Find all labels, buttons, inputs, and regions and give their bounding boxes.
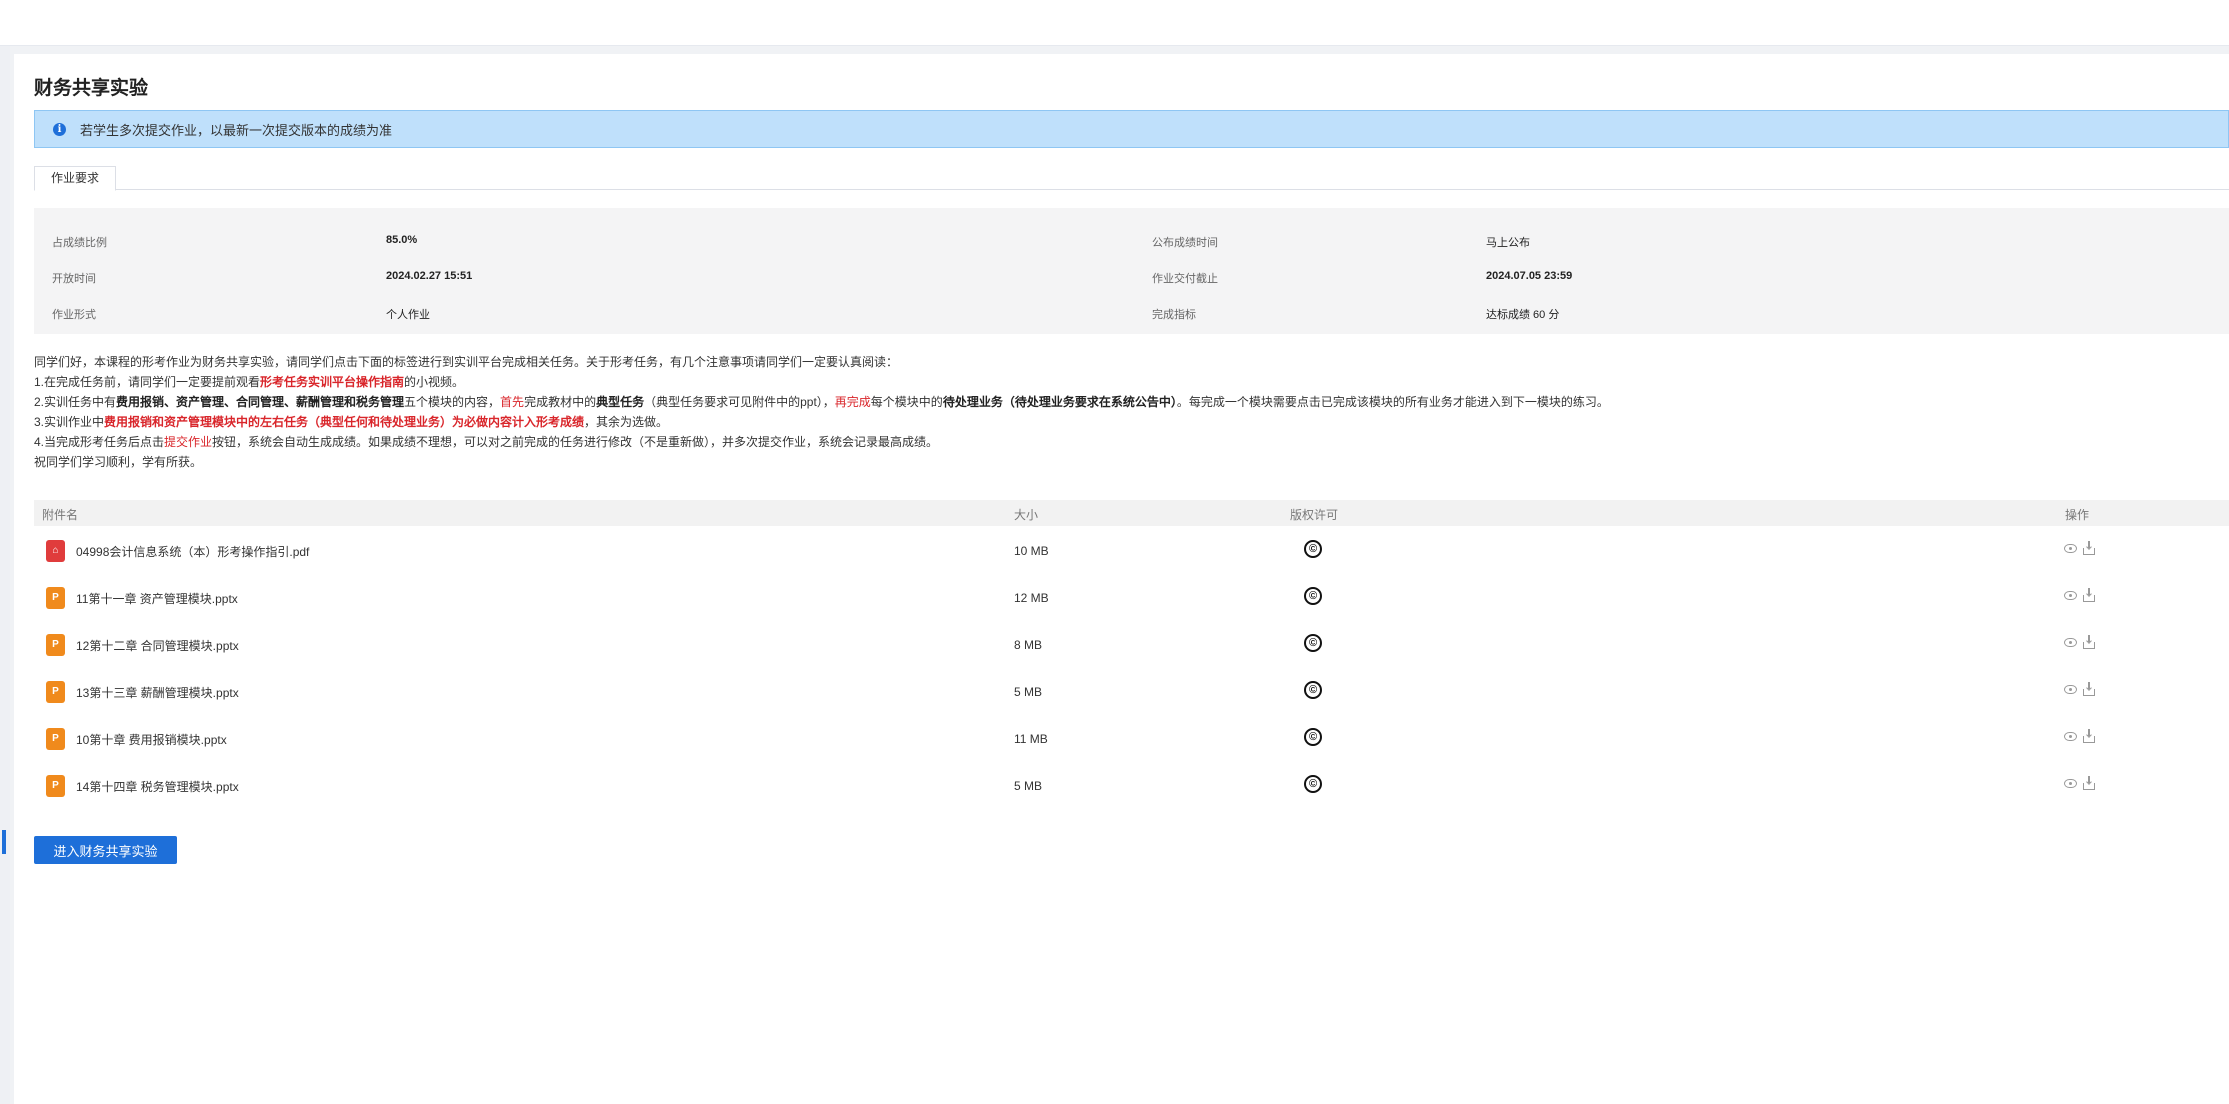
copyright-icon: ©	[1304, 540, 1322, 558]
header-ops: 操作	[2065, 508, 2090, 522]
main-panel: 财务共享实验 i 若学生多次提交作业，以最新一次提交版本的成绩为准 作业要求 占…	[14, 54, 2229, 1104]
ppt-icon	[46, 587, 65, 609]
copyright-icon: ©	[1304, 775, 1322, 793]
download-icon[interactable]	[2083, 635, 2095, 649]
pdf-icon	[46, 540, 65, 562]
table-row: 04998会计信息系统（本）形考操作指引.pdf 10 MB ©	[34, 526, 2229, 573]
ppt-icon	[46, 681, 65, 703]
assignment-description: 同学们好，本课程的形考作业为财务共享实验，请同学们点击下面的标签进行到实训平台完…	[34, 352, 2229, 472]
table-row: 10第十章 费用报销模块.pptx 11 MB ©	[34, 714, 2229, 761]
table-header: 附件名 大小 版权许可 操作	[34, 500, 2229, 526]
page-title: 财务共享实验	[34, 78, 149, 99]
table-row: 12第十二章 合同管理模块.pptx 8 MB ©	[34, 620, 2229, 667]
header-name: 附件名	[42, 508, 79, 522]
table-row: 11第十一章 资产管理模块.pptx 12 MB ©	[34, 573, 2229, 620]
ppt-icon	[46, 728, 65, 750]
tab-requirements[interactable]: 作业要求	[34, 166, 117, 191]
file-size: 11 MB	[1014, 732, 1048, 746]
notice-banner: i 若学生多次提交作业，以最新一次提交版本的成绩为准	[34, 110, 2229, 148]
download-icon[interactable]	[2083, 776, 2095, 790]
desc-item-2: 2.实训任务中有费用报销、资产管理、合同管理、薪酬管理和税务管理五个模块的内容，…	[34, 395, 1609, 409]
download-icon[interactable]	[2083, 588, 2095, 602]
publish-time-label: 公布成绩时间	[1152, 237, 1218, 249]
file-name[interactable]: 10第十章 费用报销模块.pptx	[76, 731, 227, 748]
attachments-table: 附件名 大小 版权许可 操作 04998会计信息系统（本）形考操作指引.pdf …	[34, 500, 2229, 808]
file-size: 12 MB	[1014, 591, 1049, 605]
notice-text: 若学生多次提交作业，以最新一次提交版本的成绩为准	[80, 122, 393, 138]
publish-time-value: 马上公布	[1486, 237, 1530, 249]
deadline-label: 作业交付截止	[1152, 273, 1218, 285]
copyright-icon: ©	[1304, 728, 1322, 746]
copyright-icon: ©	[1304, 634, 1322, 652]
file-name[interactable]: 12第十二章 合同管理模块.pptx	[76, 637, 239, 654]
preview-icon[interactable]	[2064, 732, 2077, 741]
desc-closing: 祝同学们学习顺利，学有所获。	[34, 455, 203, 469]
file-size: 5 MB	[1014, 779, 1043, 793]
copyright-icon: ©	[1304, 681, 1322, 699]
file-size: 8 MB	[1014, 638, 1043, 652]
file-size: 5 MB	[1014, 685, 1043, 699]
desc-item-4: 4.当完成形考任务后点击提交作业按钮，系统会自动生成成绩。如果成绩不理想，可以对…	[34, 435, 939, 449]
preview-icon[interactable]	[2064, 591, 2077, 600]
download-icon[interactable]	[2083, 541, 2095, 555]
enter-experiment-button[interactable]: 进入财务共享实验	[34, 836, 177, 864]
table-row: 14第十四章 税务管理模块.pptx 5 MB ©	[34, 761, 2229, 808]
score-ratio-label: 占成绩比例	[52, 237, 107, 249]
active-marker	[2, 830, 6, 854]
desc-item-3: 3.实训作业中费用报销和资产管理模块中的左右任务（典型任何和待处理业务）为必做内…	[34, 415, 669, 429]
guide-video-link[interactable]: 形考任务实训平台操作指南	[260, 375, 404, 389]
open-time-label: 开放时间	[52, 273, 96, 285]
desc-intro: 同学们好，本课程的形考作业为财务共享实验，请同学们点击下面的标签进行到实训平台完…	[34, 355, 899, 369]
header-license: 版权许可	[1290, 508, 1339, 522]
info-icon: i	[53, 122, 66, 136]
download-icon[interactable]	[2083, 682, 2095, 696]
copyright-icon: ©	[1304, 587, 1322, 605]
file-name[interactable]: 14第十四章 税务管理模块.pptx	[76, 778, 239, 795]
form-label: 作业形式	[52, 309, 96, 321]
tab-bar: 作业要求	[34, 160, 2229, 191]
file-name[interactable]: 04998会计信息系统（本）形考操作指引.pdf	[76, 543, 309, 560]
file-name[interactable]: 13第十三章 薪酬管理模块.pptx	[76, 684, 239, 701]
ppt-icon	[46, 634, 65, 656]
preview-icon[interactable]	[2064, 544, 2077, 553]
preview-icon[interactable]	[2064, 638, 2077, 647]
left-rail	[0, 46, 10, 1104]
deadline-value: 2024.07.05 23:59	[1486, 270, 1573, 282]
preview-icon[interactable]	[2064, 779, 2077, 788]
download-icon[interactable]	[2083, 729, 2095, 743]
desc-item-1: 1.在完成任务前，请同学们一定要提前观看形考任务实训平台操作指南的小视频。	[34, 375, 465, 389]
header-size: 大小	[1014, 508, 1039, 522]
file-name[interactable]: 11第十一章 资产管理模块.pptx	[76, 590, 238, 607]
top-bar	[0, 0, 2229, 46]
open-time-value: 2024.02.27 15:51	[386, 270, 473, 282]
file-size: 10 MB	[1014, 544, 1049, 558]
table-row: 13第十三章 薪酬管理模块.pptx 5 MB ©	[34, 667, 2229, 714]
assignment-info: 占成绩比例 85.0% 公布成绩时间 马上公布 开放时间 2024.02.27 …	[34, 208, 2229, 334]
ppt-icon	[46, 775, 65, 797]
score-ratio-value: 85.0%	[386, 234, 418, 246]
preview-icon[interactable]	[2064, 685, 2077, 694]
target-label: 完成指标	[1152, 309, 1196, 321]
target-value: 达标成绩 60 分	[1486, 309, 1560, 321]
form-value: 个人作业	[386, 309, 430, 321]
